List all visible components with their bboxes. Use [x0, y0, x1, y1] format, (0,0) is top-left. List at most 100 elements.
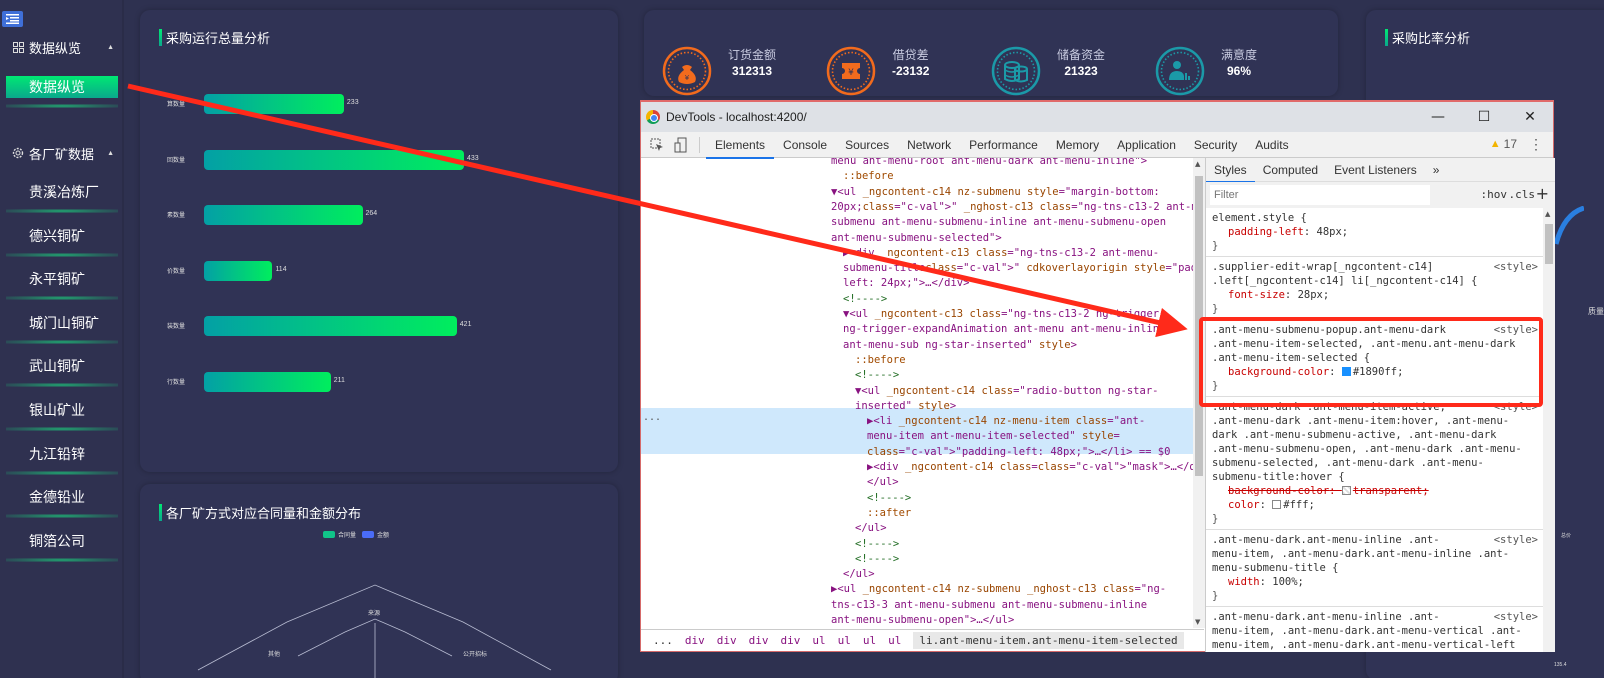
breadcrumb-item[interactable]: ul	[888, 634, 901, 647]
dom-node-line[interactable]: menu ant-menu-root ant-menu-dark ant-men…	[831, 158, 1147, 169]
css-rule[interactable]: <style> .supplier-edit-wrap[_ngcontent-c1…	[1206, 257, 1544, 320]
css-declaration[interactable]: background-color: #1890ff;	[1212, 365, 1540, 379]
bar[interactable]	[204, 261, 273, 281]
devtools-tab-audits[interactable]: Audits	[1246, 132, 1297, 158]
scroll-up-icon[interactable]: ▲	[1195, 160, 1200, 168]
css-declaration[interactable]: font-size: 28px;	[1212, 288, 1540, 302]
css-rule-highlighted[interactable]: <style> .ant-menu-submenu-popup.ant-menu-…	[1206, 320, 1544, 397]
styles-tab[interactable]: »	[1425, 158, 1448, 182]
dom-node-line[interactable]: submenu ant-menu-submenu-inline ant-menu…	[831, 215, 1166, 230]
rule-source-link[interactable]: <style>	[1494, 260, 1538, 274]
dom-node-line[interactable]: submenu-titleclass="c-val">" cdkoverlayo…	[843, 261, 1193, 276]
breadcrumb-item[interactable]: ul	[863, 634, 876, 647]
devtools-tab-console[interactable]: Console	[774, 132, 836, 158]
devtools-tab-security[interactable]: Security	[1185, 132, 1246, 158]
sidebar-item[interactable]: 贵溪冶炼厂	[6, 181, 118, 203]
breadcrumb-selected[interactable]: li.ant-menu-item.ant-menu-item-selected	[913, 632, 1184, 649]
sidebar-item[interactable]: 德兴铜矿	[6, 225, 118, 247]
dom-node-line[interactable]: menu-item ant-menu-item-selected" style=	[867, 429, 1120, 444]
dom-node-line[interactable]: ::after	[867, 506, 911, 521]
bar[interactable]	[204, 94, 344, 114]
devtools-tab-network[interactable]: Network	[898, 132, 960, 158]
sidebar-group[interactable]: 各厂矿数据 ▲	[0, 140, 124, 166]
sidebar-item[interactable]: 银山矿业	[6, 399, 118, 421]
elements-scrollbar[interactable]: ▲ ▼	[1193, 158, 1205, 628]
breadcrumb-item[interactable]: ul	[838, 634, 851, 647]
devtools-tab-performance[interactable]: Performance	[960, 132, 1047, 158]
dom-node-line[interactable]: ▼<ul _ngcontent-c14 nz-submenu style="ma…	[831, 185, 1160, 200]
styles-tab[interactable]: Computed	[1255, 158, 1326, 182]
warnings-counter[interactable]: ▲ 17	[1490, 137, 1517, 151]
dom-node-line[interactable]: </ul>	[843, 567, 875, 582]
cls-toggle[interactable]: .cls	[1509, 188, 1536, 201]
css-declaration[interactable]: color: #fff;	[1212, 498, 1540, 512]
sidebar-item[interactable]: 城门山铜矿	[6, 312, 118, 334]
dom-node-line[interactable]: <!---->	[855, 552, 899, 567]
more-options-icon[interactable]: ⋮	[1529, 136, 1543, 153]
dom-node-line[interactable]: <!---->	[843, 292, 887, 307]
scrollbar-thumb[interactable]	[1545, 224, 1553, 264]
sidebar-item[interactable]: 数据纵览	[6, 76, 118, 98]
dom-node-line[interactable]: <!---->	[867, 491, 911, 506]
scroll-down-icon[interactable]: ▼	[1195, 618, 1200, 626]
dom-node-line[interactable]: ant-menu-submenu-selected">	[831, 231, 1002, 246]
sidebar-item[interactable]: 武山铜矿	[6, 355, 118, 377]
dom-node-line[interactable]: </ul>	[867, 475, 899, 490]
sidebar-group[interactable]: 数据纵览 ▲	[0, 34, 124, 60]
dom-node-line[interactable]: ▶<ul _ngcontent-c14 nz-submenu _nghost-c…	[831, 582, 1166, 597]
dom-node-line[interactable]: ::before	[855, 353, 906, 368]
sidebar-item[interactable]: 永平铜矿	[6, 268, 118, 290]
device-toolbar-button[interactable]	[669, 133, 693, 157]
breadcrumb-item[interactable]: div	[717, 634, 737, 647]
menu-fold-button[interactable]	[2, 11, 23, 27]
dom-node-line[interactable]: <!---->	[855, 368, 899, 383]
devtools-tab-memory[interactable]: Memory	[1047, 132, 1108, 158]
bar[interactable]	[204, 150, 464, 170]
dom-node-line[interactable]: 20px;class="c-val">" _nghost-c13 class="…	[831, 200, 1193, 215]
dom-node-line[interactable]: class="c-val">"padding-left: 48px;">…</l…	[867, 445, 1170, 460]
new-rule-button[interactable]: +	[1536, 184, 1549, 203]
minimize-button[interactable]: —	[1415, 102, 1461, 132]
breadcrumb-item[interactable]: ul	[812, 634, 825, 647]
css-declaration[interactable]: padding-left: 48px;	[1212, 225, 1540, 239]
inspect-element-button[interactable]	[645, 133, 669, 157]
dom-node-line[interactable]: inserted" style>	[855, 399, 956, 414]
sidebar-item[interactable]: 金德铅业	[6, 486, 118, 508]
sidebar-item[interactable]: 铜箔公司	[6, 530, 118, 552]
devtools-tab-elements[interactable]: Elements	[706, 132, 775, 159]
devtools-tab-application[interactable]: Application	[1108, 132, 1185, 158]
color-swatch[interactable]	[1341, 367, 1351, 376]
css-rule[interactable]: element.style {padding-left: 48px;}	[1206, 208, 1544, 257]
breadcrumb-item[interactable]: ...	[653, 634, 673, 647]
dom-node-line[interactable]: <!---->	[855, 537, 899, 552]
bar[interactable]	[204, 372, 331, 392]
rule-source-link[interactable]: <style>	[1494, 533, 1538, 547]
elements-tree[interactable]: ... menu ant-menu-root ant-menu-dark ant…	[641, 158, 1193, 628]
dom-node-line[interactable]: ng-trigger-expandAnimation ant-menu ant-…	[843, 322, 1165, 337]
dom-node-line[interactable]: ::before	[843, 169, 894, 184]
styles-tab[interactable]: Styles	[1206, 158, 1255, 183]
scroll-up-icon[interactable]: ▲	[1545, 210, 1550, 218]
styles-scrollbar[interactable]: ▲	[1543, 208, 1555, 652]
breadcrumb-item[interactable]: div	[749, 634, 769, 647]
rule-source-link[interactable]: <style>	[1494, 400, 1538, 414]
color-swatch[interactable]	[1272, 500, 1282, 509]
css-declaration[interactable]: width: 100%;	[1212, 575, 1540, 589]
hov-toggle[interactable]: :hov	[1481, 188, 1508, 201]
devtools-tab-sources[interactable]: Sources	[836, 132, 898, 158]
bar[interactable]	[204, 316, 457, 336]
dom-node-line[interactable]: ▼<ul _ngcontent-c14 class="radio-button …	[855, 384, 1158, 399]
sidebar-item[interactable]: 九江铅锌	[6, 443, 118, 465]
scrollbar-thumb[interactable]	[1195, 176, 1203, 476]
css-rule[interactable]: <style> .ant-menu-dark .ant-menu-item-act…	[1206, 397, 1544, 530]
maximize-button[interactable]: ☐	[1461, 102, 1507, 132]
dom-node-line[interactable]: tns-c13-3 ant-menu-submenu ant-menu-subm…	[831, 598, 1147, 613]
dom-node-line[interactable]: ▶<div _ngcontent-c14 class=class="c-val"…	[867, 460, 1193, 475]
css-rule[interactable]: <style> .ant-menu-dark.ant-menu-inline .a…	[1206, 530, 1544, 607]
css-rule[interactable]: <style> .ant-menu-dark.ant-menu-inline .a…	[1206, 607, 1544, 652]
rule-source-link[interactable]: <style>	[1494, 323, 1538, 337]
styles-filter-input[interactable]	[1210, 185, 1430, 205]
css-declaration[interactable]: background-color: transparent;	[1212, 484, 1540, 498]
dom-node-line[interactable]: ▼<ul _ngcontent-c13 class="ng-tns-c13-2 …	[843, 307, 1159, 322]
dom-node-line[interactable]: ▶<li _ngcontent-c14 nz-menu-item class="…	[867, 414, 1145, 429]
